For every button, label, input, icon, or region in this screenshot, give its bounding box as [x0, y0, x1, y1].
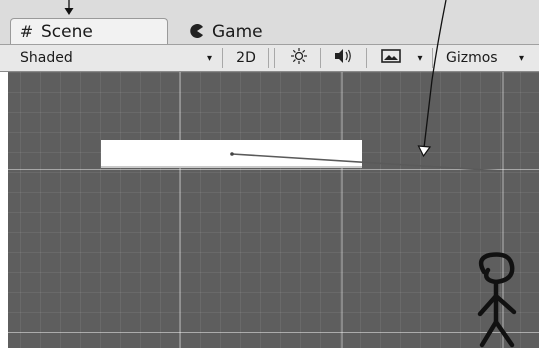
unity-scene-window: # Scene Game Shaded ▾ 2D ▾ Gizmos ▾	[0, 0, 539, 348]
raycast-line	[230, 152, 503, 172]
stick-figure-sprite[interactable]	[477, 252, 517, 348]
annotation-arrow	[64, 0, 74, 15]
scene-overlay	[64, 0, 517, 348]
annotation-arrow	[417, 0, 447, 158]
